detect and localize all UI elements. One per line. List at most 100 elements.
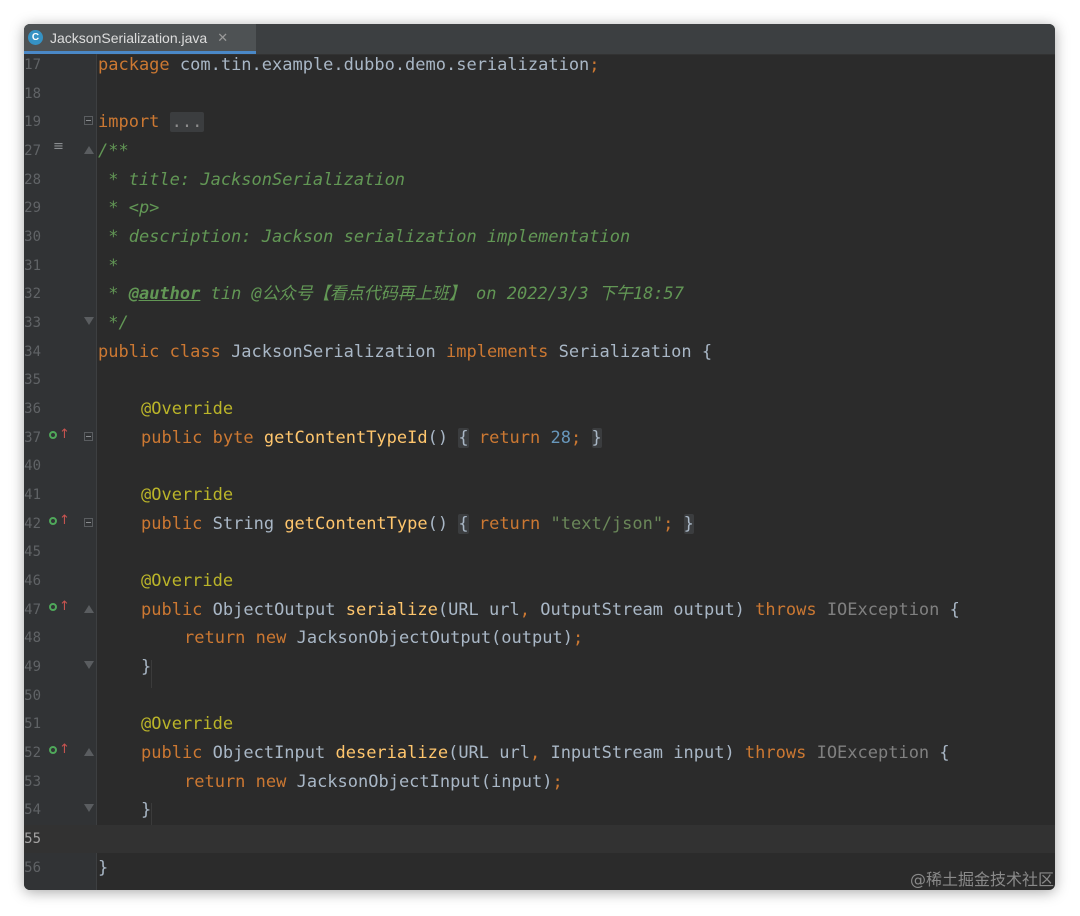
line-number: 54 (24, 802, 41, 818)
fold-end-icon[interactable] (84, 804, 94, 812)
javadoc-author-tag: @author (128, 284, 201, 304)
fold-end-icon[interactable] (84, 661, 94, 669)
code-line[interactable]: 41 @Override (24, 481, 1055, 509)
implements-method-icon[interactable] (49, 746, 57, 754)
code-line[interactable]: 46 @Override (24, 567, 1055, 595)
code-line[interactable]: 17 package com.tin.example.dubbo.demo.se… (24, 51, 1055, 79)
code-text: * @author tin @公众号【看点代码再上班】 on 2022/3/3 … (98, 284, 685, 304)
code-line[interactable]: 36 @Override (24, 395, 1055, 423)
override-arrow-icon[interactable]: ↑ (59, 513, 70, 529)
fold-expand-icon[interactable] (84, 518, 93, 527)
line-number: 37 (24, 430, 41, 446)
fold-end-icon[interactable] (84, 317, 94, 325)
code-line[interactable]: 29 * <p> (24, 194, 1055, 222)
line-number: 35 (24, 372, 41, 388)
line-number: 27 (24, 143, 41, 159)
code-text: public String getContentType() { return … (141, 514, 694, 534)
code-text: } (141, 800, 152, 820)
override-arrow-icon[interactable]: ↑ (59, 427, 70, 443)
line-number: 29 (24, 200, 41, 216)
code-line[interactable]: 48 return new JacksonObjectOutput(output… (24, 624, 1055, 652)
code-text: public ObjectInput deserialize(URL url, … (141, 743, 950, 763)
code-text: @Override (141, 571, 234, 591)
code-line[interactable]: 35 (24, 366, 1055, 394)
line-number: 45 (24, 544, 41, 560)
code-line[interactable]: 28 * title: JacksonSerialization (24, 166, 1055, 194)
line-number: 46 (24, 573, 41, 589)
code-line[interactable]: 52 ↑ public ObjectInput deserialize(URL … (24, 739, 1055, 767)
code-line[interactable]: 37 ↑ public byte getContentTypeId() { re… (24, 424, 1055, 452)
java-class-icon: C (28, 30, 43, 45)
code-text: import ... (98, 112, 205, 132)
code-line[interactable]: 31 * (24, 252, 1055, 280)
line-number: 51 (24, 716, 41, 732)
code-text: @Override (141, 714, 234, 734)
code-text: */ (98, 313, 129, 333)
code-line[interactable]: 30 * description: Jackson serialization … (24, 223, 1055, 251)
line-number: 18 (24, 86, 41, 102)
code-line[interactable]: 56 } (24, 854, 1055, 882)
tab-filename: JacksonSerialization.java (50, 29, 208, 46)
implements-method-icon[interactable] (49, 431, 57, 439)
line-number: 28 (24, 172, 41, 188)
ide-window: C JacksonSerialization.java ✕ 17 package… (24, 24, 1055, 890)
tab-jackson-serialization[interactable]: C JacksonSerialization.java ✕ (24, 24, 256, 54)
code-text: public ObjectOutput serialize(URL url, O… (141, 600, 960, 620)
line-number: 19 (24, 114, 41, 130)
code-text: public class JacksonSerialization implem… (98, 342, 713, 362)
folded-imports[interactable]: ... (169, 112, 205, 132)
code-text: @Override (141, 485, 234, 505)
code-line[interactable]: 27 ≡ /** (24, 137, 1055, 165)
code-text: } (141, 657, 152, 677)
code-line[interactable]: 33 */ (24, 309, 1055, 337)
code-line[interactable]: 40 (24, 452, 1055, 480)
code-text: @Override (141, 399, 234, 419)
implements-method-icon[interactable] (49, 603, 57, 611)
fold-collapse-icon[interactable] (84, 146, 94, 154)
line-number: 42 (24, 516, 41, 532)
line-number: 34 (24, 344, 41, 360)
line-number: 50 (24, 688, 41, 704)
line-number: 56 (24, 860, 41, 876)
code-line[interactable]: 50 (24, 682, 1055, 710)
code-line[interactable]: 32 * @author tin @公众号【看点代码再上班】 on 2022/3… (24, 280, 1055, 308)
code-text: return new JacksonObjectOutput(output); (184, 628, 584, 648)
code-line[interactable]: 53 return new JacksonObjectInput(input); (24, 768, 1055, 796)
code-text: return new JacksonObjectInput(input); (184, 772, 563, 792)
code-line[interactable]: 34 public class JacksonSerialization imp… (24, 338, 1055, 366)
code-text: } (98, 858, 109, 878)
fold-expand-icon[interactable] (84, 116, 93, 125)
code-line[interactable]: 49 } (24, 653, 1055, 681)
line-number: 30 (24, 229, 41, 245)
line-number: 48 (24, 630, 41, 646)
code-line[interactable]: 54 } (24, 796, 1055, 824)
code-line-current[interactable]: 55 (24, 825, 1055, 853)
code-line[interactable]: 19 import ... (24, 108, 1055, 136)
code-text: public byte getContentTypeId() { return … (141, 428, 602, 448)
watermark: @稀土掘金技术社区 (909, 870, 1054, 889)
override-arrow-icon[interactable]: ↑ (59, 742, 70, 758)
close-icon[interactable]: ✕ (217, 30, 228, 46)
code-text: * description: Jackson serialization imp… (98, 227, 631, 247)
doc-toggle-icon[interactable]: ≡ (53, 139, 64, 154)
line-number: 53 (24, 774, 41, 790)
code-line[interactable]: 51 @Override (24, 710, 1055, 738)
fold-expand-icon[interactable] (84, 432, 93, 441)
code-line[interactable]: 42 ↑ public String getContentType() { re… (24, 510, 1055, 538)
line-number: 36 (24, 401, 41, 417)
line-number: 17 (24, 57, 41, 73)
line-number: 31 (24, 258, 41, 274)
line-number: 40 (24, 458, 41, 474)
line-number: 55 (24, 831, 41, 847)
code-editor[interactable]: 17 package com.tin.example.dubbo.demo.se… (24, 54, 1055, 890)
fold-collapse-icon[interactable] (84, 605, 94, 613)
override-arrow-icon[interactable]: ↑ (59, 599, 70, 615)
line-number: 32 (24, 286, 41, 302)
implements-method-icon[interactable] (49, 517, 57, 525)
fold-collapse-icon[interactable] (84, 748, 94, 756)
code-line[interactable]: 18 (24, 80, 1055, 108)
code-text: * <p> (98, 198, 160, 218)
code-line[interactable]: 47 ↑ public ObjectOutput serialize(URL u… (24, 596, 1055, 624)
line-number: 49 (24, 659, 41, 675)
code-line[interactable]: 45 (24, 538, 1055, 566)
